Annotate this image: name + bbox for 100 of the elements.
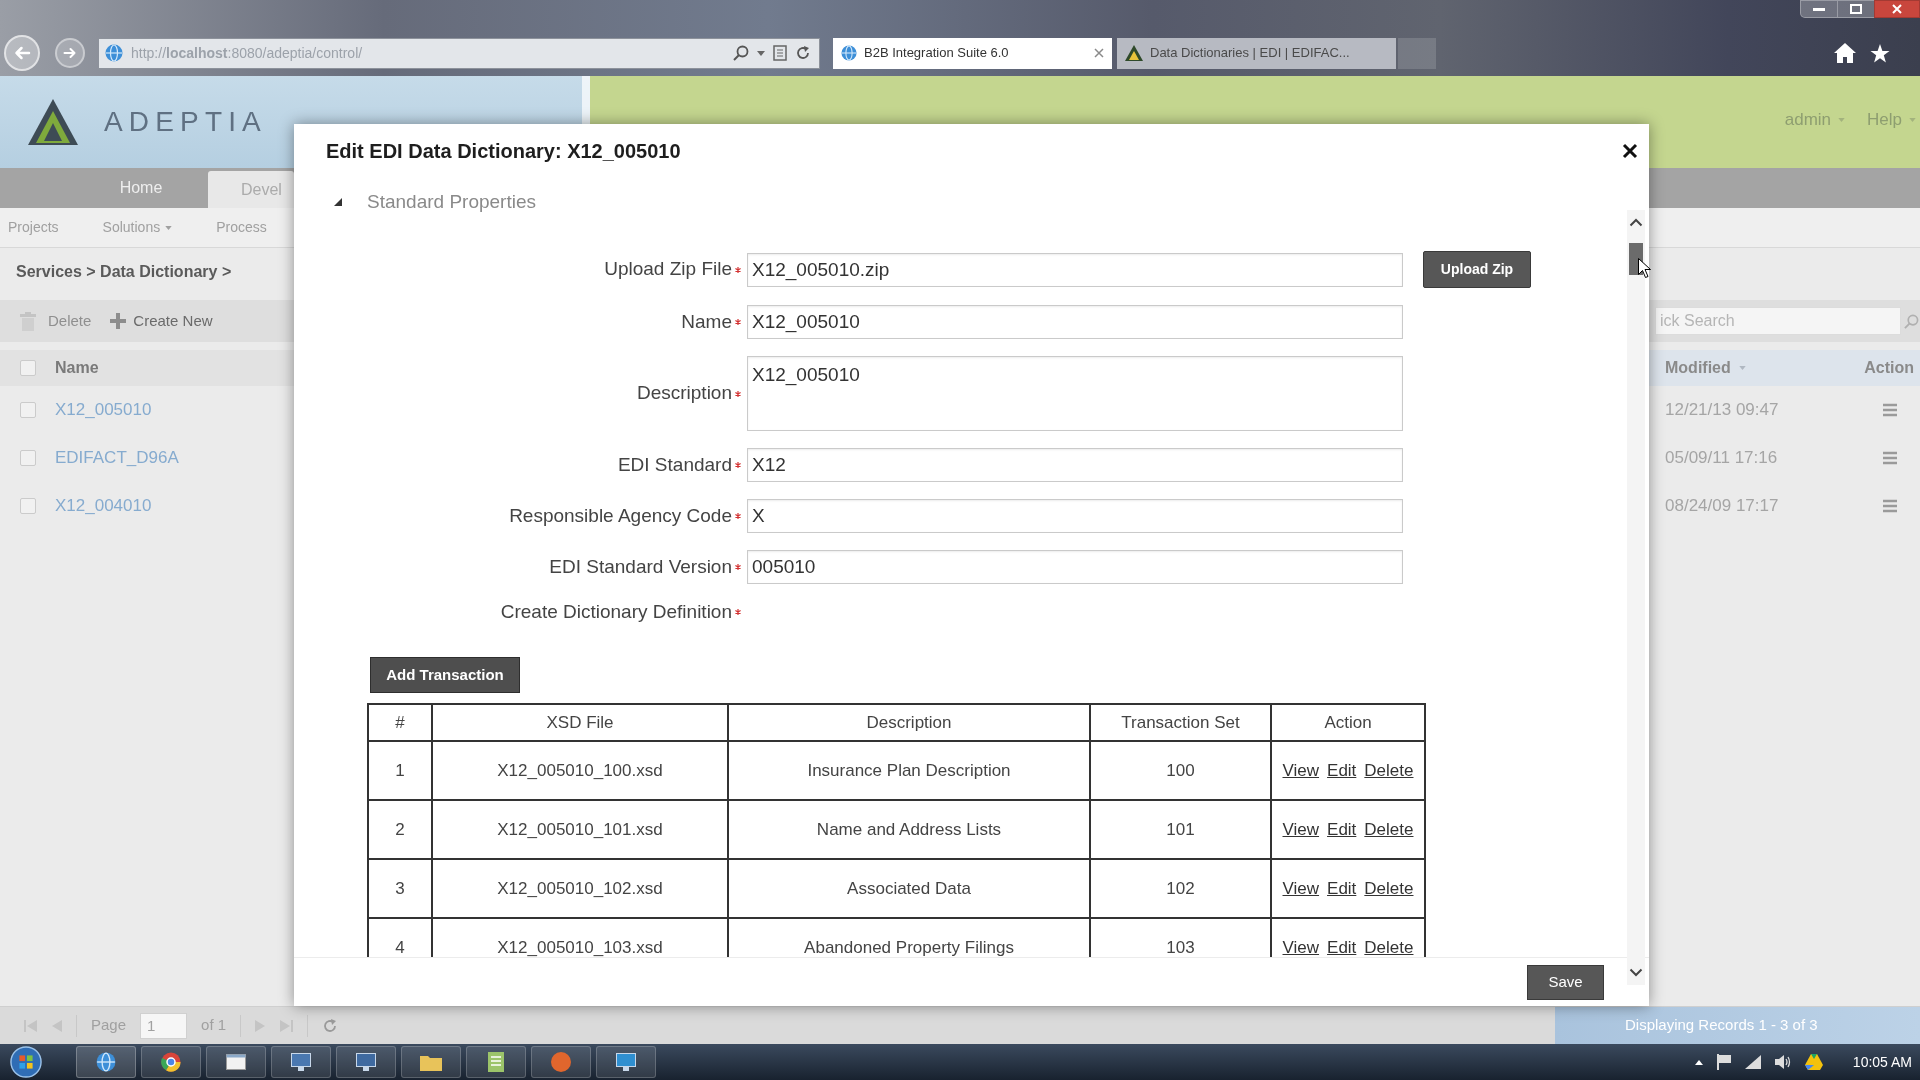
taskbar-button[interactable] — [596, 1046, 656, 1078]
taskbar-button[interactable] — [271, 1046, 331, 1078]
action-link[interactable]: View — [1282, 761, 1320, 780]
monitor-icon — [616, 1053, 636, 1071]
section-title[interactable]: Standard Properties — [367, 187, 536, 217]
window-icon — [226, 1054, 246, 1070]
table-cell: X12_005010_100.xsd — [432, 741, 728, 800]
search-field[interactable]: ick Search — [1655, 307, 1901, 335]
refresh-icon[interactable] — [795, 45, 811, 61]
close-button[interactable] — [1622, 143, 1638, 159]
taskbar-button[interactable] — [401, 1046, 461, 1078]
chevron-up-icon[interactable] — [1629, 218, 1643, 227]
globe-icon — [841, 45, 857, 61]
flag-icon[interactable] — [1716, 1054, 1731, 1070]
field-label: EDI Standard Version — [549, 554, 732, 579]
logo-text: ADEPTIA — [104, 105, 267, 139]
text-field[interactable]: X — [747, 499, 1403, 533]
taskbar-button[interactable] — [466, 1046, 526, 1078]
action-link[interactable]: Edit — [1327, 761, 1357, 780]
checkbox[interactable] — [20, 402, 36, 418]
taskbar-button[interactable] — [336, 1046, 396, 1078]
date-text: 12/21/13 09:47 — [1665, 399, 1779, 422]
field-label: Responsible Agency Code — [509, 503, 732, 528]
maximize-icon — [1850, 4, 1862, 14]
chevron-down-icon[interactable] — [1629, 968, 1643, 977]
taskbar-button[interactable] — [206, 1046, 266, 1078]
circle-icon — [551, 1052, 571, 1072]
start-orb-icon — [10, 1046, 42, 1078]
table-cell: 4 — [368, 918, 432, 957]
text-field[interactable]: X12_005010 — [747, 305, 1403, 339]
minimize-icon — [1813, 7, 1825, 11]
ring-icon — [161, 1052, 181, 1072]
close-window-button[interactable] — [1874, 0, 1920, 18]
minimize-button[interactable] — [1800, 0, 1838, 18]
back-button[interactable] — [4, 35, 40, 71]
table-cell: X12_005010_102.xsd — [432, 859, 728, 918]
triangle-logo-icon — [1125, 45, 1143, 61]
arrow-right-icon — [63, 47, 77, 59]
table-cell: Name and Address Lists — [728, 800, 1090, 859]
taskbar-button[interactable] — [76, 1046, 136, 1078]
close-icon — [1622, 143, 1638, 159]
action-link[interactable]: Delete — [1364, 879, 1414, 898]
column-header: XSD File — [432, 704, 728, 741]
text-field[interactable]: 005010 — [747, 550, 1403, 584]
action-link[interactable]: Delete — [1364, 938, 1414, 957]
monitor-icon — [356, 1053, 376, 1071]
action-link[interactable]: Delete — [1364, 761, 1414, 780]
triangle-icon[interactable] — [334, 198, 342, 206]
create-button[interactable]: Create New — [109, 309, 213, 333]
action-link[interactable]: View — [1282, 938, 1320, 957]
triangle-icon[interactable] — [1804, 1054, 1823, 1070]
add-transaction-button[interactable]: Add Transaction — [370, 657, 520, 693]
table-cell: Insurance Plan Description — [728, 741, 1090, 800]
action-link[interactable]: View — [1282, 879, 1320, 898]
dialog-title: Edit EDI Data Dictionary: X12_005010 — [326, 139, 681, 164]
table-cell: 3 — [368, 859, 432, 918]
column-header: # — [368, 704, 432, 741]
page-icon[interactable] — [773, 45, 787, 61]
maximize-button[interactable] — [1838, 0, 1874, 18]
signal-icon[interactable] — [1744, 1055, 1761, 1069]
close-icon[interactable] — [1094, 48, 1104, 58]
field-label: Create Dictionary Definition — [500, 599, 732, 624]
text-area-field[interactable]: X12_005010 — [747, 356, 1403, 431]
home-icon[interactable] — [1834, 43, 1856, 63]
checkbox[interactable] — [20, 450, 36, 466]
table-cell: Associated Data — [728, 859, 1090, 918]
checkbox[interactable] — [20, 498, 36, 514]
action-link[interactable]: Delete — [1364, 820, 1414, 839]
breadcrumb[interactable]: Services > Data Dictionary > — [16, 260, 232, 284]
save-button[interactable]: Save — [1527, 964, 1604, 1000]
field-label: EDI Standard — [617, 452, 732, 477]
browser-tab[interactable]: Data Dictionaries | EDI | EDIFAC... — [1117, 37, 1396, 69]
field-label: Description — [636, 381, 732, 406]
caret-down-icon — [1909, 118, 1916, 122]
action-link[interactable]: Edit — [1327, 820, 1357, 839]
column-header: Description — [728, 704, 1090, 741]
globe-icon — [105, 44, 123, 62]
action-link[interactable]: View — [1282, 820, 1320, 839]
checkbox[interactable] — [20, 360, 36, 376]
speaker-icon[interactable] — [1774, 1055, 1791, 1069]
action-link[interactable]: Edit — [1327, 879, 1357, 898]
scrollbar[interactable] — [1627, 210, 1645, 985]
taskbar-button[interactable] — [141, 1046, 201, 1078]
action-link[interactable]: Edit — [1327, 938, 1357, 957]
monitor-icon — [291, 1053, 311, 1071]
caret-down-icon[interactable] — [757, 50, 765, 56]
clock-text: 10:05 AM — [1852, 1052, 1912, 1072]
caret-up-icon[interactable] — [1694, 1059, 1703, 1065]
trash-icon — [20, 311, 36, 331]
text-field[interactable]: X12 — [747, 448, 1403, 482]
close-icon — [1892, 4, 1902, 14]
browser-tab[interactable]: B2B Integration Suite 6.0 — [833, 37, 1112, 69]
page-label: Page — [91, 1015, 127, 1036]
table-cell: X12_005010_101.xsd — [432, 800, 728, 859]
search-icon[interactable] — [733, 45, 749, 61]
star-icon[interactable] — [1870, 43, 1890, 63]
upload-button[interactable]: Upload Zip — [1423, 251, 1531, 288]
forward-button[interactable] — [55, 38, 85, 68]
column-header: Action — [1271, 704, 1425, 741]
text-field[interactable]: X12_005010.zip — [747, 252, 1403, 287]
